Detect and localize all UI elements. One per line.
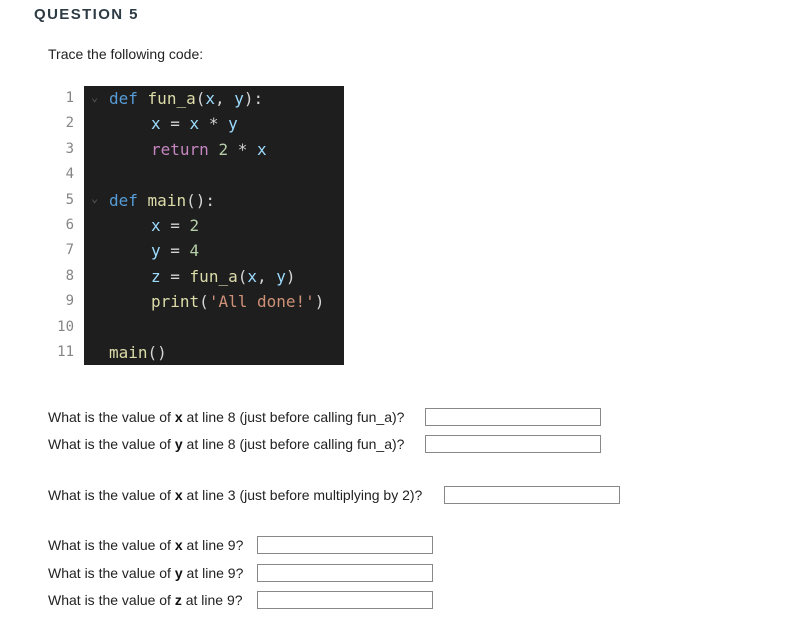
line-number: 6 [65,217,74,233]
answer-input-2[interactable] [425,435,601,453]
line-number: 3 [65,140,74,157]
code-line: y = 4 [151,241,200,261]
answer-input-3[interactable] [444,486,620,504]
line-number: 8 [65,267,74,284]
question-6-text: What is the value of z at line 9? [48,592,243,608]
question-1-text: What is the value of x at line 8 (just b… [48,409,405,425]
line-number: 4 [65,166,74,183]
answer-input-1[interactable] [425,408,601,426]
answer-input-4[interactable] [257,536,433,554]
code-line: x = x * y [151,114,238,134]
code-line: print('All done!') [151,292,325,312]
question-2-text: What is the value of y at line 8 (just b… [48,436,405,452]
answer-input-6[interactable] [257,591,433,609]
code-block: 1 2 3 4 5 6 7 8 9 10 11 ⌄ ⌄ def fun_a(x,… [48,86,344,365]
line-number: 10 [57,318,74,335]
line-number-gutter: 1 2 3 4 5 6 7 8 9 10 11 [48,86,84,365]
line-number: 5 [65,191,74,208]
answer-input-5[interactable] [257,564,433,582]
line-number: 11 [57,344,74,360]
fold-chevron-icon[interactable]: ⌄ [91,191,98,205]
fold-chevron-icon[interactable]: ⌄ [91,90,98,104]
line-number: 9 [65,293,74,310]
question-5-text: What is the value of y at line 9? [48,565,244,581]
question-prompt: Trace the following code: [48,46,204,62]
question-3-text: What is the value of x at line 3 (just b… [48,487,423,503]
line-number: 1 [65,90,74,106]
line-number: 7 [65,242,74,259]
code-line: return 2 * x [151,139,267,159]
code-line: z = fun_a(x, y) [151,266,296,286]
code-line: def fun_a(x, y): [109,89,264,108]
line-number: 2 [65,115,74,132]
question-title: QUESTION 5 [34,6,139,23]
question-4-text: What is the value of x at line 9? [48,537,244,553]
code-line: def main(): [109,190,215,210]
code-line: x = 2 [151,216,200,235]
code-line: main() [109,343,167,362]
